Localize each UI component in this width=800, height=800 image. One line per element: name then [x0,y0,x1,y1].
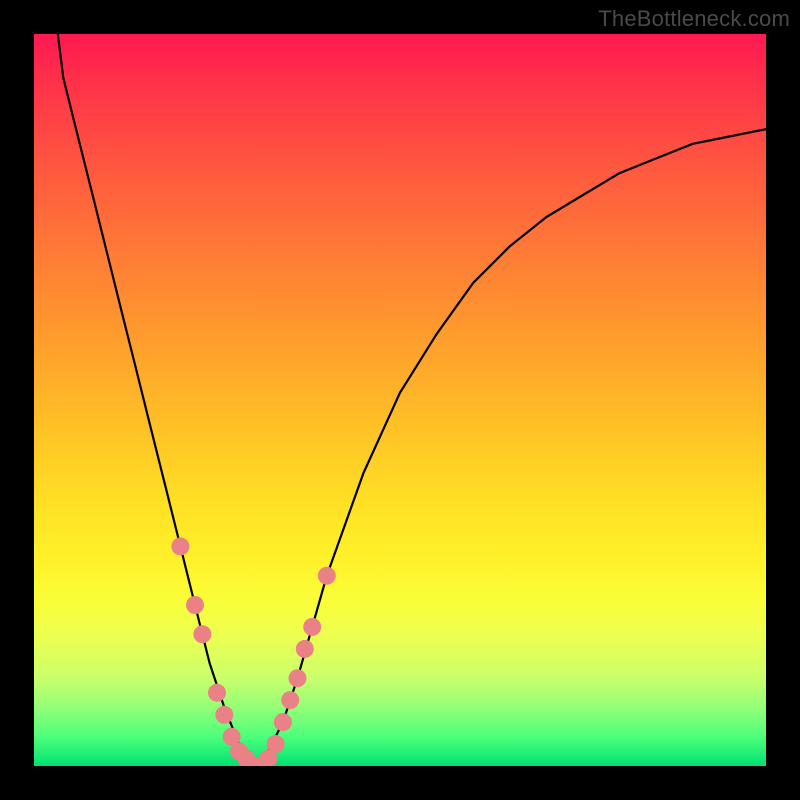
marker-dot [267,735,285,753]
curve-svg [34,34,766,766]
bottleneck-curve [34,34,766,766]
marker-dot [193,625,211,643]
plot-area [34,34,766,766]
marker-dot [318,567,336,585]
watermark-text: TheBottleneck.com [598,6,790,32]
marker-dot [296,640,314,658]
marker-dot [171,537,189,555]
marker-dot [215,706,233,724]
marker-dot [281,691,299,709]
chart-frame: TheBottleneck.com [0,0,800,800]
marker-dot [274,713,292,731]
marker-group [171,537,335,766]
marker-dot [186,596,204,614]
marker-dot [208,684,226,702]
marker-dot [303,618,321,636]
marker-dot [289,669,307,687]
